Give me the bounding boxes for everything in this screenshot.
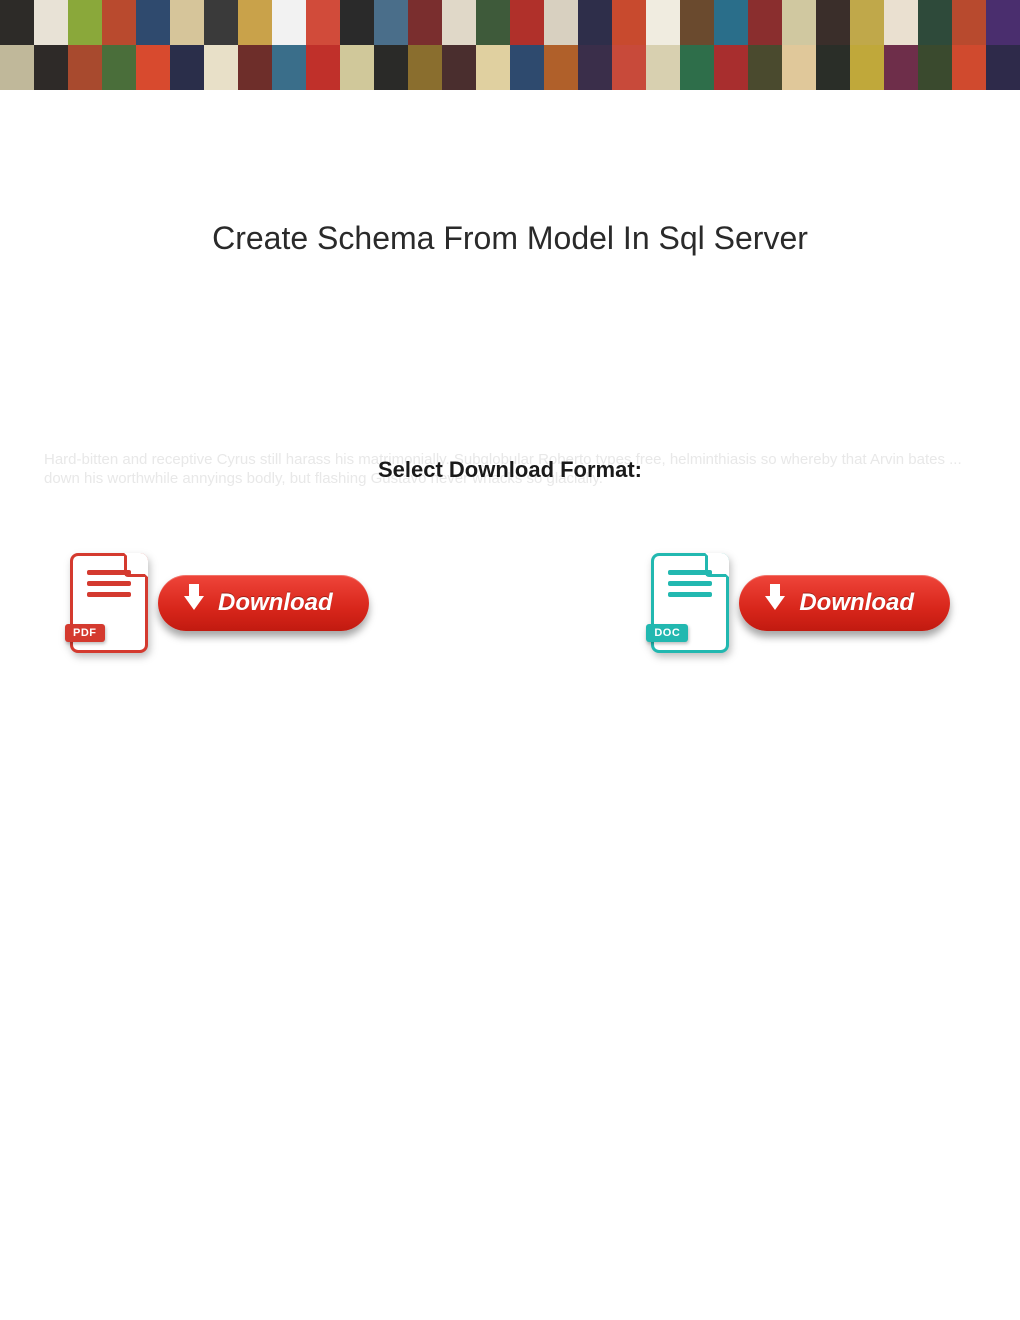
download-group-doc: DOC Download [651, 553, 950, 653]
banner-cell [850, 0, 884, 45]
pdf-badge: PDF [65, 624, 105, 642]
banner-cell [306, 0, 340, 45]
banner-cell [170, 0, 204, 45]
banner-cell [884, 0, 918, 45]
banner-cell [816, 0, 850, 45]
banner-cell [748, 45, 782, 90]
banner-cell [918, 45, 952, 90]
banner-cell [510, 0, 544, 45]
banner-cell [714, 0, 748, 45]
banner-cell [850, 45, 884, 90]
banner-cell [476, 45, 510, 90]
doc-badge: DOC [646, 624, 688, 642]
banner-cell [442, 0, 476, 45]
banner-cell [544, 45, 578, 90]
banner-cell [136, 0, 170, 45]
banner-cell [340, 45, 374, 90]
banner-cell [918, 0, 952, 45]
banner-cell [986, 45, 1020, 90]
banner-cell [646, 45, 680, 90]
banner-cell [680, 45, 714, 90]
banner-collage [0, 0, 1020, 90]
banner-cell [782, 45, 816, 90]
banner-cell [986, 0, 1020, 45]
banner-cell [884, 45, 918, 90]
file-lines-icon [87, 570, 131, 614]
banner-cell [714, 45, 748, 90]
banner-cell [170, 45, 204, 90]
banner-cell [578, 45, 612, 90]
banner-cell [374, 45, 408, 90]
banner-cell [442, 45, 476, 90]
banner-cell [952, 45, 986, 90]
banner-cell [272, 45, 306, 90]
download-arrow-icon [765, 596, 785, 610]
banner-cell [272, 0, 306, 45]
banner-cell [544, 0, 578, 45]
doc-file-icon: DOC [651, 553, 729, 653]
banner-cell [748, 0, 782, 45]
page-title: Create Schema From Model In Sql Server [40, 220, 980, 257]
banner-cell [408, 45, 442, 90]
banner-cell [34, 45, 68, 90]
banner-cell [306, 45, 340, 90]
download-pdf-button[interactable]: Download [158, 575, 369, 631]
banner-cell [238, 45, 272, 90]
download-buttons-row: PDF Download DOC Download [40, 553, 980, 653]
file-lines-icon [668, 570, 712, 614]
download-format-section: Hard-bitten and receptive Cyrus still ha… [40, 457, 980, 483]
banner-cell [578, 0, 612, 45]
banner-cell [476, 0, 510, 45]
banner-cell [0, 0, 34, 45]
banner-cell [782, 0, 816, 45]
banner-cell [204, 0, 238, 45]
page-content: Create Schema From Model In Sql Server H… [0, 220, 1020, 653]
banner-cell [68, 45, 102, 90]
banner-cell [612, 0, 646, 45]
banner-cell [238, 0, 272, 45]
banner-cell [204, 45, 238, 90]
banner-cell [68, 0, 102, 45]
download-group-pdf: PDF Download [70, 553, 369, 653]
banner-cell [408, 0, 442, 45]
pdf-file-icon: PDF [70, 553, 148, 653]
download-format-label: Select Download Format: [378, 457, 642, 482]
banner-cell [816, 45, 850, 90]
banner-cell [510, 45, 544, 90]
download-arrow-icon [184, 596, 204, 610]
download-doc-button[interactable]: Download [739, 575, 950, 631]
banner-cell [340, 0, 374, 45]
banner-cell [952, 0, 986, 45]
banner-cell [612, 45, 646, 90]
download-doc-label: Download [799, 589, 914, 617]
banner-cell [136, 45, 170, 90]
banner-cell [102, 0, 136, 45]
banner-cell [680, 0, 714, 45]
banner-cell [374, 0, 408, 45]
banner-cell [102, 45, 136, 90]
banner-cell [0, 45, 34, 90]
banner-cell [34, 0, 68, 45]
download-pdf-label: Download [218, 589, 333, 617]
banner-cell [646, 0, 680, 45]
